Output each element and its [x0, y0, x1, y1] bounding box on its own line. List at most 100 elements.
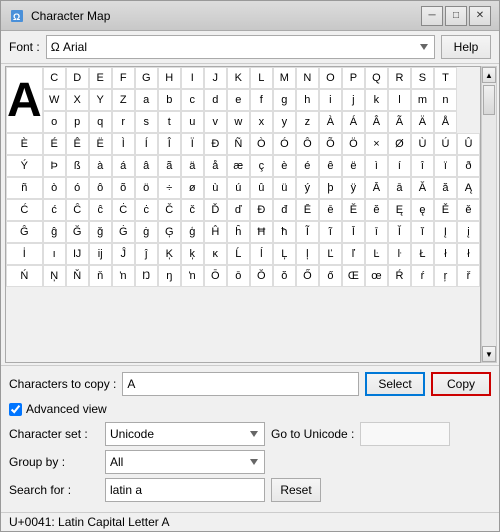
- char-cell[interactable]: M: [273, 67, 296, 89]
- copy-button[interactable]: Copy: [431, 372, 491, 396]
- goto-input[interactable]: [360, 422, 450, 446]
- char-cell[interactable]: Ö: [342, 133, 365, 155]
- char-cell[interactable]: v: [204, 111, 227, 133]
- char-cell[interactable]: ó: [66, 177, 89, 199]
- char-cell[interactable]: Ĩ: [296, 221, 319, 243]
- char-cell[interactable]: ñ: [6, 177, 43, 199]
- char-cell[interactable]: ÿ: [342, 177, 365, 199]
- char-cell[interactable]: Ý: [6, 155, 43, 177]
- char-cell[interactable]: į: [457, 221, 480, 243]
- char-cell[interactable]: t: [158, 111, 181, 133]
- char-cell[interactable]: Ĉ: [66, 199, 89, 221]
- char-cell[interactable]: ĭ: [411, 221, 434, 243]
- char-cell[interactable]: ý: [296, 177, 319, 199]
- char-cell[interactable]: Ķ: [158, 243, 181, 265]
- char-cell[interactable]: Ñ: [227, 133, 250, 155]
- search-input[interactable]: [105, 478, 265, 502]
- char-cell[interactable]: r: [112, 111, 135, 133]
- char-cell[interactable]: ï: [434, 155, 457, 177]
- char-cell[interactable]: þ: [319, 177, 342, 199]
- char-cell[interactable]: Ņ: [43, 265, 66, 287]
- char-cell[interactable]: ü: [273, 177, 296, 199]
- char-cell[interactable]: o: [43, 111, 66, 133]
- char-cell[interactable]: Ć: [6, 199, 43, 221]
- char-cell[interactable]: I: [181, 67, 204, 89]
- char-cell[interactable]: Ċ: [112, 199, 135, 221]
- char-cell[interactable]: Ĵ: [112, 243, 135, 265]
- char-cell[interactable]: ø: [181, 177, 204, 199]
- char-cell[interactable]: å: [204, 155, 227, 177]
- char-cell[interactable]: X: [66, 89, 89, 111]
- char-cell[interactable]: Z: [112, 89, 135, 111]
- char-cell[interactable]: è: [273, 155, 296, 177]
- char-cell[interactable]: Ŕ: [388, 265, 411, 287]
- advanced-view-label[interactable]: Advanced view: [26, 402, 107, 416]
- char-cell[interactable]: Í: [135, 133, 158, 155]
- char-cell[interactable]: ď: [227, 199, 250, 221]
- char-cell[interactable]: K: [227, 67, 250, 89]
- char-cell[interactable]: Ĝ: [6, 221, 43, 243]
- char-cell[interactable]: k: [365, 89, 388, 111]
- char-cell[interactable]: ô: [89, 177, 112, 199]
- char-cell[interactable]: y: [273, 111, 296, 133]
- char-cell[interactable]: Į: [434, 221, 457, 243]
- char-cell[interactable]: Ó: [273, 133, 296, 155]
- char-cell[interactable]: Ī: [342, 221, 365, 243]
- char-cell[interactable]: n: [434, 89, 457, 111]
- char-cell[interactable]: à: [89, 155, 112, 177]
- char-cell[interactable]: ĸ: [204, 243, 227, 265]
- char-cell[interactable]: J: [204, 67, 227, 89]
- char-cell[interactable]: Ā: [365, 177, 388, 199]
- scroll-up-button[interactable]: ▲: [482, 67, 496, 83]
- char-cell[interactable]: ı: [43, 243, 66, 265]
- scroll-down-button[interactable]: ▼: [482, 346, 496, 362]
- char-cell[interactable]: ħ: [273, 221, 296, 243]
- char-cell[interactable]: æ: [227, 155, 250, 177]
- char-cell[interactable]: O: [319, 67, 342, 89]
- char-cell[interactable]: Ï: [181, 133, 204, 155]
- char-cell[interactable]: Û: [457, 133, 480, 155]
- char-cell[interactable]: ŗ: [434, 265, 457, 287]
- char-cell[interactable]: ł: [434, 243, 457, 265]
- char-cell[interactable]: N: [296, 67, 319, 89]
- char-cell[interactable]: ä: [181, 155, 204, 177]
- char-cell[interactable]: č: [181, 199, 204, 221]
- char-cell[interactable]: Ň: [66, 265, 89, 287]
- char-cell[interactable]: Õ: [319, 133, 342, 155]
- char-cell[interactable]: È: [6, 133, 43, 155]
- char-cell[interactable]: Â: [365, 111, 388, 133]
- char-cell[interactable]: ġ: [135, 221, 158, 243]
- char-cell[interactable]: H: [158, 67, 181, 89]
- char-cell[interactable]: Ô: [296, 133, 319, 155]
- char-cell[interactable]: x: [250, 111, 273, 133]
- char-cell[interactable]: Ë: [89, 133, 112, 155]
- char-cell[interactable]: l: [388, 89, 411, 111]
- char-cell[interactable]: G: [135, 67, 158, 89]
- char-cell[interactable]: Ã: [388, 111, 411, 133]
- char-cell[interactable]: D: [66, 67, 89, 89]
- char-cell[interactable]: Ę: [388, 199, 411, 221]
- char-cell[interactable]: ú: [227, 177, 250, 199]
- char-cell[interactable]: Á: [342, 111, 365, 133]
- char-cell[interactable]: Ø: [388, 133, 411, 155]
- help-button[interactable]: Help: [441, 35, 491, 59]
- char-cell[interactable]: Ĳ: [66, 243, 89, 265]
- char-cell[interactable]: p: [66, 111, 89, 133]
- char-cell[interactable]: a: [135, 89, 158, 111]
- char-cell[interactable]: ë: [342, 155, 365, 177]
- char-cell[interactable]: z: [296, 111, 319, 133]
- char-cell[interactable]: Y: [89, 89, 112, 111]
- char-cell[interactable]: Ä: [411, 111, 434, 133]
- char-cell[interactable]: õ: [112, 177, 135, 199]
- char-cell[interactable]: ă: [434, 177, 457, 199]
- char-cell[interactable]: ŕ: [411, 265, 434, 287]
- char-cell[interactable]: ĝ: [43, 221, 66, 243]
- char-cell[interactable]: Ú: [434, 133, 457, 155]
- char-cell[interactable]: œ: [365, 265, 388, 287]
- char-cell[interactable]: ê: [319, 155, 342, 177]
- char-cell[interactable]: Ğ: [66, 221, 89, 243]
- char-cell[interactable]: Ē: [296, 199, 319, 221]
- char-cell[interactable]: Ġ: [112, 221, 135, 243]
- char-cell[interactable]: É: [43, 133, 66, 155]
- char-cell[interactable]: Þ: [43, 155, 66, 177]
